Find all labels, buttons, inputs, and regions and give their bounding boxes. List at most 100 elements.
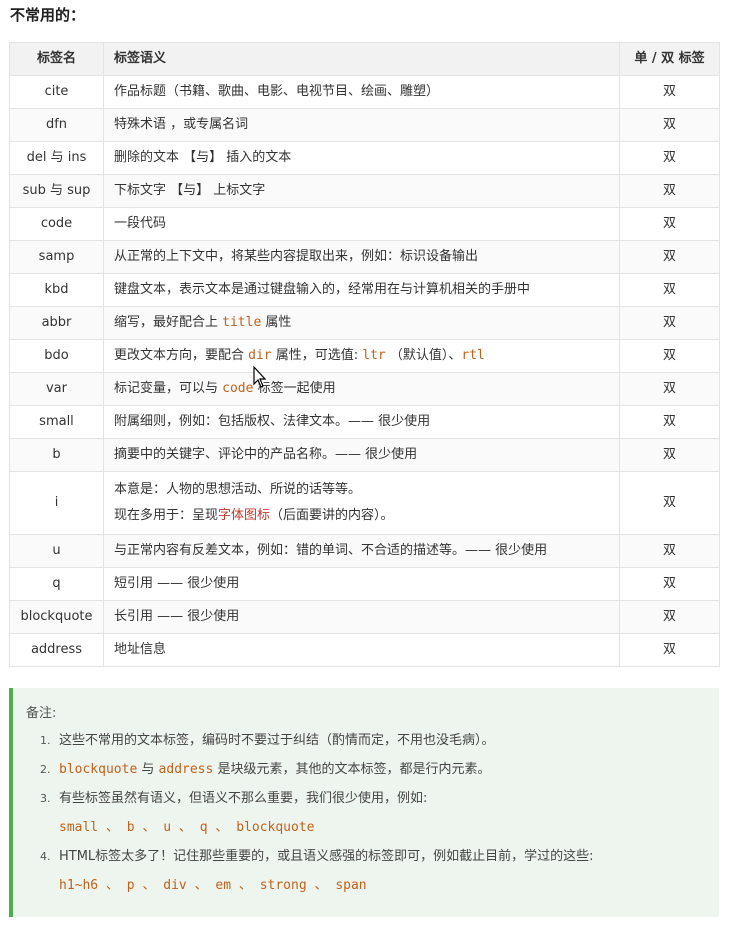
tag-type-cell: 双 bbox=[619, 567, 720, 601]
table-row: cite 作品标题（书籍、歌曲、电影、电视节目、绘画、雕塑） 双 bbox=[9, 75, 720, 109]
tag-desc-cell: 与正常内容有反差文本，例如：错的单词、不合适的描述等。—— 很少使用 bbox=[103, 534, 620, 568]
mouse-cursor-icon bbox=[253, 366, 267, 388]
tag-desc-cell: 本意是：人物的思想活动、所说的话等等。 现在多用于：呈现字体图标（后面要讲的内容… bbox=[103, 471, 620, 535]
table-row: sub 与 sup 下标文字 【与】 上标文字 双 bbox=[9, 174, 720, 208]
table-row: var 标记变量，可以与 code 标签一起使用 双 bbox=[9, 372, 720, 406]
tag-name-cell: code bbox=[9, 207, 104, 241]
inline-code: dir bbox=[248, 348, 272, 363]
desc-text: 标记变量，可以与 bbox=[114, 381, 223, 396]
table-row: del 与 ins 删除的文本 【与】 插入的文本 双 bbox=[9, 141, 720, 175]
inline-code: blockquote bbox=[59, 762, 138, 777]
list-item: 2. blockquote 与 address 是块级元素，其他的文本标签，都是… bbox=[25, 755, 594, 784]
inline-code: title bbox=[222, 315, 262, 330]
tag-name-cell: var bbox=[9, 372, 104, 406]
tag-desc-cell: 长引用 —— 很少使用 bbox=[103, 600, 620, 634]
note-box: 备注: 1. 这些不常用的文本标签，编码时不要过于纠结（酌情而定，不用也没毛病）… bbox=[9, 688, 719, 917]
desc-text: 缩写，最好配合上 bbox=[114, 315, 223, 330]
desc-text: 现在多用于：呈现 bbox=[114, 508, 219, 523]
tag-type-cell: 双 bbox=[619, 273, 720, 307]
table-row: bdo 更改文本方向，要配合 dir 属性，可选值: ltr （默认值）、rtl… bbox=[9, 339, 720, 373]
page-heading: 不常用的： bbox=[10, 6, 86, 24]
tag-type-cell: 双 bbox=[619, 141, 720, 175]
tag-desc-cell: 特殊术语 ，或专属名词 bbox=[103, 108, 620, 142]
table-row: abbr 缩写，最好配合上 title 属性 双 bbox=[9, 306, 720, 340]
list-item: 1. 这些不常用的文本标签，编码时不要过于纠结（酌情而定，不用也没毛病）。 bbox=[25, 726, 594, 755]
note-list: 1. 这些不常用的文本标签，编码时不要过于纠结（酌情而定，不用也没毛病）。 2.… bbox=[25, 726, 594, 900]
tag-type-cell: 双 bbox=[619, 174, 720, 208]
note-title: 备注: bbox=[26, 706, 57, 721]
table-row: u 与正常内容有反差文本，例如：错的单词、不合适的描述等。—— 很少使用 双 bbox=[9, 534, 720, 568]
header-semantic: 标签语义 bbox=[103, 42, 620, 76]
table-row: samp 从正常的上下文中，将某些内容提取出来，例如：标识设备输出 双 bbox=[9, 240, 720, 274]
code-list: small 、 b 、 u 、 q 、 blockquote bbox=[59, 820, 315, 835]
table-row: b 摘要中的关键字、评论中的产品名称。—— 很少使用 双 bbox=[9, 438, 720, 472]
tag-type-cell: 双 bbox=[619, 240, 720, 274]
tag-type-cell: 双 bbox=[619, 438, 720, 472]
table-row: address 地址信息 双 bbox=[9, 633, 720, 667]
table-row: small 附属细则，例如：包括版权、法律文本。—— 很少使用 双 bbox=[9, 405, 720, 439]
tag-desc-cell: 删除的文本 【与】 插入的文本 bbox=[103, 141, 620, 175]
tag-desc-cell: 摘要中的关键字、评论中的产品名称。—— 很少使用 bbox=[103, 438, 620, 472]
tag-name-cell: blockquote bbox=[9, 600, 104, 634]
list-item: 4. HTML标签太多了！记住那些重要的，或且语义感强的标签即可，例如截止目前，… bbox=[25, 842, 594, 900]
table-header-row: 标签名 标签语义 单 / 双 标签 bbox=[9, 42, 720, 76]
tag-name-cell: q bbox=[9, 567, 104, 601]
desc-line: 本意是：人物的思想活动、所说的话等等。 bbox=[114, 482, 362, 497]
note-text: 与 bbox=[137, 762, 159, 777]
list-number: 1. bbox=[40, 734, 51, 747]
tag-name-cell: cite bbox=[9, 75, 104, 109]
list-number: 2. bbox=[40, 763, 51, 776]
table-row: i 本意是：人物的思想活动、所说的话等等。 现在多用于：呈现字体图标（后面要讲的… bbox=[9, 471, 720, 535]
tag-name-cell: samp bbox=[9, 240, 104, 274]
desc-line: 现在多用于：呈现字体图标（后面要讲的内容）。 bbox=[114, 503, 609, 529]
tag-desc-cell: 作品标题（书籍、歌曲、电影、电视节目、绘画、雕塑） bbox=[103, 75, 620, 109]
header-single-double: 单 / 双 标签 bbox=[619, 42, 720, 76]
tag-desc-cell: 短引用 —— 很少使用 bbox=[103, 567, 620, 601]
table-row: kbd 键盘文本，表示文本是通过键盘输入的，经常用在与计算机相关的手册中 双 bbox=[9, 273, 720, 307]
tag-type-cell: 双 bbox=[619, 75, 720, 109]
header-tag-name: 标签名 bbox=[9, 42, 104, 76]
tag-type-cell: 双 bbox=[619, 207, 720, 241]
desc-text: 属性，可选值: bbox=[271, 348, 363, 363]
tag-name-cell: b bbox=[9, 438, 104, 472]
inline-code: code bbox=[222, 381, 254, 396]
tag-name-cell: small bbox=[9, 405, 104, 439]
tag-type-cell: 双 bbox=[619, 306, 720, 340]
tag-desc-cell: 从正常的上下文中，将某些内容提取出来，例如：标识设备输出 bbox=[103, 240, 620, 274]
tag-name-cell: u bbox=[9, 534, 104, 568]
table-row: q 短引用 —— 很少使用 双 bbox=[9, 567, 720, 601]
table-row: dfn 特殊术语 ，或专属名词 双 bbox=[9, 108, 720, 142]
tag-desc-cell: 地址信息 bbox=[103, 633, 620, 667]
desc-text: 更改文本方向，要配合 bbox=[114, 348, 249, 363]
note-text: 这些不常用的文本标签，编码时不要过于纠结（酌情而定，不用也没毛病）。 bbox=[59, 733, 495, 748]
tag-desc-cell: 标记变量，可以与 code 标签一起使用 bbox=[103, 372, 620, 406]
tag-desc-cell: 下标文字 【与】 上标文字 bbox=[103, 174, 620, 208]
tag-name-cell: i bbox=[9, 471, 104, 535]
tag-type-cell: 双 bbox=[619, 339, 720, 373]
note-text: 有些标签虽然有语义，但语义不那么重要，我们很少使用，例如: bbox=[59, 791, 428, 806]
tag-name-cell: sub 与 sup bbox=[9, 174, 104, 208]
tag-type-cell: 双 bbox=[619, 108, 720, 142]
tag-desc-cell: 键盘文本，表示文本是通过键盘输入的，经常用在与计算机相关的手册中 bbox=[103, 273, 620, 307]
desc-text: （默认值）、 bbox=[385, 348, 462, 363]
tag-type-cell: 双 bbox=[619, 405, 720, 439]
tag-type-cell: 双 bbox=[619, 471, 720, 535]
tag-name-cell: kbd bbox=[9, 273, 104, 307]
tag-name-cell: bdo bbox=[9, 339, 104, 373]
desc-text: （后面要讲的内容）。 bbox=[270, 508, 394, 523]
code-list: h1~h6 、 p 、 div 、 em 、 strong 、 span bbox=[59, 878, 367, 893]
tag-desc-cell: 更改文本方向，要配合 dir 属性，可选值: ltr （默认值）、rtl bbox=[103, 339, 620, 373]
note-text: HTML标签太多了！记住那些重要的，或且语义感强的标签即可，例如截止目前，学过的… bbox=[59, 849, 594, 864]
list-item: 3. 有些标签虽然有语义，但语义不那么重要，我们很少使用，例如: small 、… bbox=[25, 784, 594, 842]
tag-name-cell: abbr bbox=[9, 306, 104, 340]
tag-desc-cell: 一段代码 bbox=[103, 207, 620, 241]
tag-desc-cell: 附属细则，例如：包括版权、法律文本。—— 很少使用 bbox=[103, 405, 620, 439]
tag-type-cell: 双 bbox=[619, 633, 720, 667]
tag-type-cell: 双 bbox=[619, 372, 720, 406]
highlight-text: 字体图标 bbox=[218, 508, 271, 523]
tag-desc-cell: 缩写，最好配合上 title 属性 bbox=[103, 306, 620, 340]
note-text: 是块级元素，其他的文本标签，都是行内元素。 bbox=[213, 762, 491, 777]
tag-type-cell: 双 bbox=[619, 600, 720, 634]
tag-name-cell: address bbox=[9, 633, 104, 667]
tags-table: 标签名 标签语义 单 / 双 标签 cite 作品标题（书籍、歌曲、电影、电视节… bbox=[9, 42, 720, 667]
